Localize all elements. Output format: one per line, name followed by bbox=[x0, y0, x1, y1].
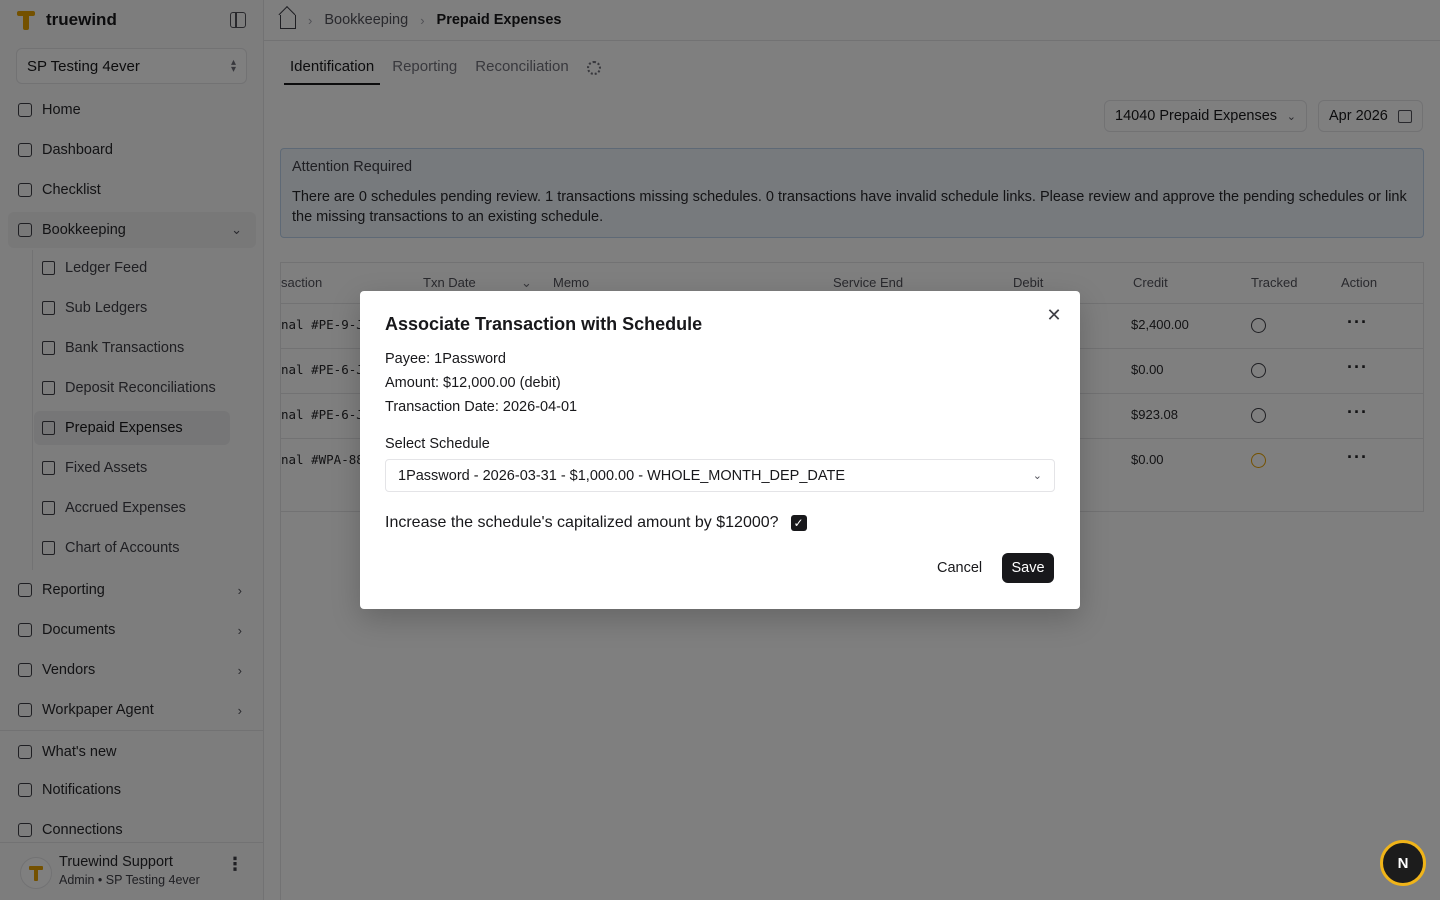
assistant-button[interactable]: N bbox=[1380, 840, 1426, 886]
cancel-button[interactable]: Cancel bbox=[927, 553, 993, 583]
chevron-down-icon: ⌄ bbox=[1032, 470, 1042, 482]
amount-text: Amount: $12,000.00 (debit) bbox=[385, 375, 561, 391]
increase-amount-checkbox[interactable]: ✓ bbox=[790, 515, 807, 531]
schedule-select[interactable]: 1Password - 2026-03-31 - $1,000.00 - WHO… bbox=[385, 459, 1055, 492]
increase-amount-label: Increase the schedule's capitalized amou… bbox=[385, 514, 779, 531]
dialog-title: Associate Transaction with Schedule bbox=[385, 314, 703, 334]
increase-amount-row: Increase the schedule's capitalized amou… bbox=[385, 514, 807, 532]
schedule-select-value: 1Password - 2026-03-31 - $1,000.00 - WHO… bbox=[398, 467, 845, 484]
payee-text: Payee: 1Password bbox=[385, 351, 506, 367]
select-schedule-label: Select Schedule bbox=[385, 436, 490, 452]
save-button[interactable]: Save bbox=[1002, 553, 1054, 583]
close-icon[interactable]: ✕ bbox=[1046, 306, 1062, 324]
associate-schedule-dialog: Associate Transaction with Schedule ✕ Pa… bbox=[360, 291, 1080, 609]
transaction-date-text: Transaction Date: 2026-04-01 bbox=[385, 399, 578, 415]
